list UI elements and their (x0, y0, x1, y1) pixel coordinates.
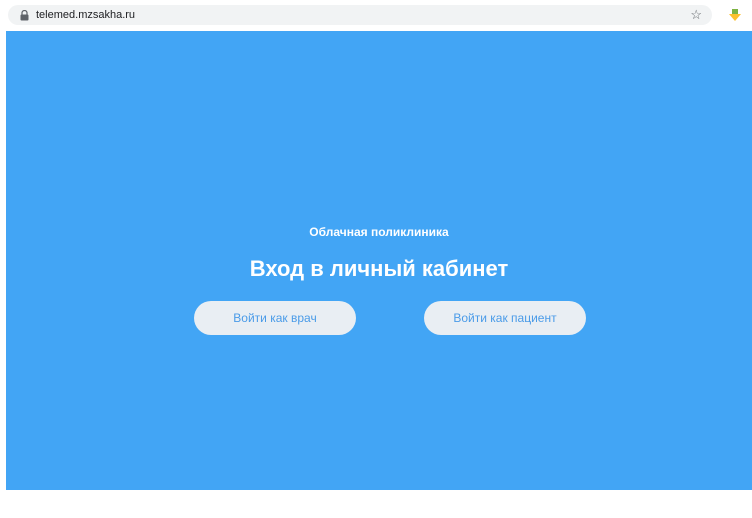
page-title: Вход в личный кабинет (249, 256, 509, 281)
url-text[interactable]: telemed.mzsakha.ru (36, 9, 135, 21)
address-bar[interactable]: telemed.mzsakha.ru ☆ (8, 5, 712, 25)
browser-toolbar: telemed.mzsakha.ru ☆ (0, 0, 752, 30)
login-as-patient-button[interactable]: Войти как пациент (424, 301, 586, 335)
login-page: Облачная поликлиника Вход в личный кабин… (6, 31, 752, 490)
page-subtitle: Облачная поликлиника (309, 225, 449, 239)
lock-icon[interactable] (18, 9, 30, 21)
star-icon[interactable]: ☆ (690, 7, 702, 23)
login-as-doctor-button[interactable]: Войти как врач (194, 301, 356, 335)
download-arrow-icon[interactable] (728, 8, 742, 22)
page-bottom-margin (0, 490, 752, 518)
